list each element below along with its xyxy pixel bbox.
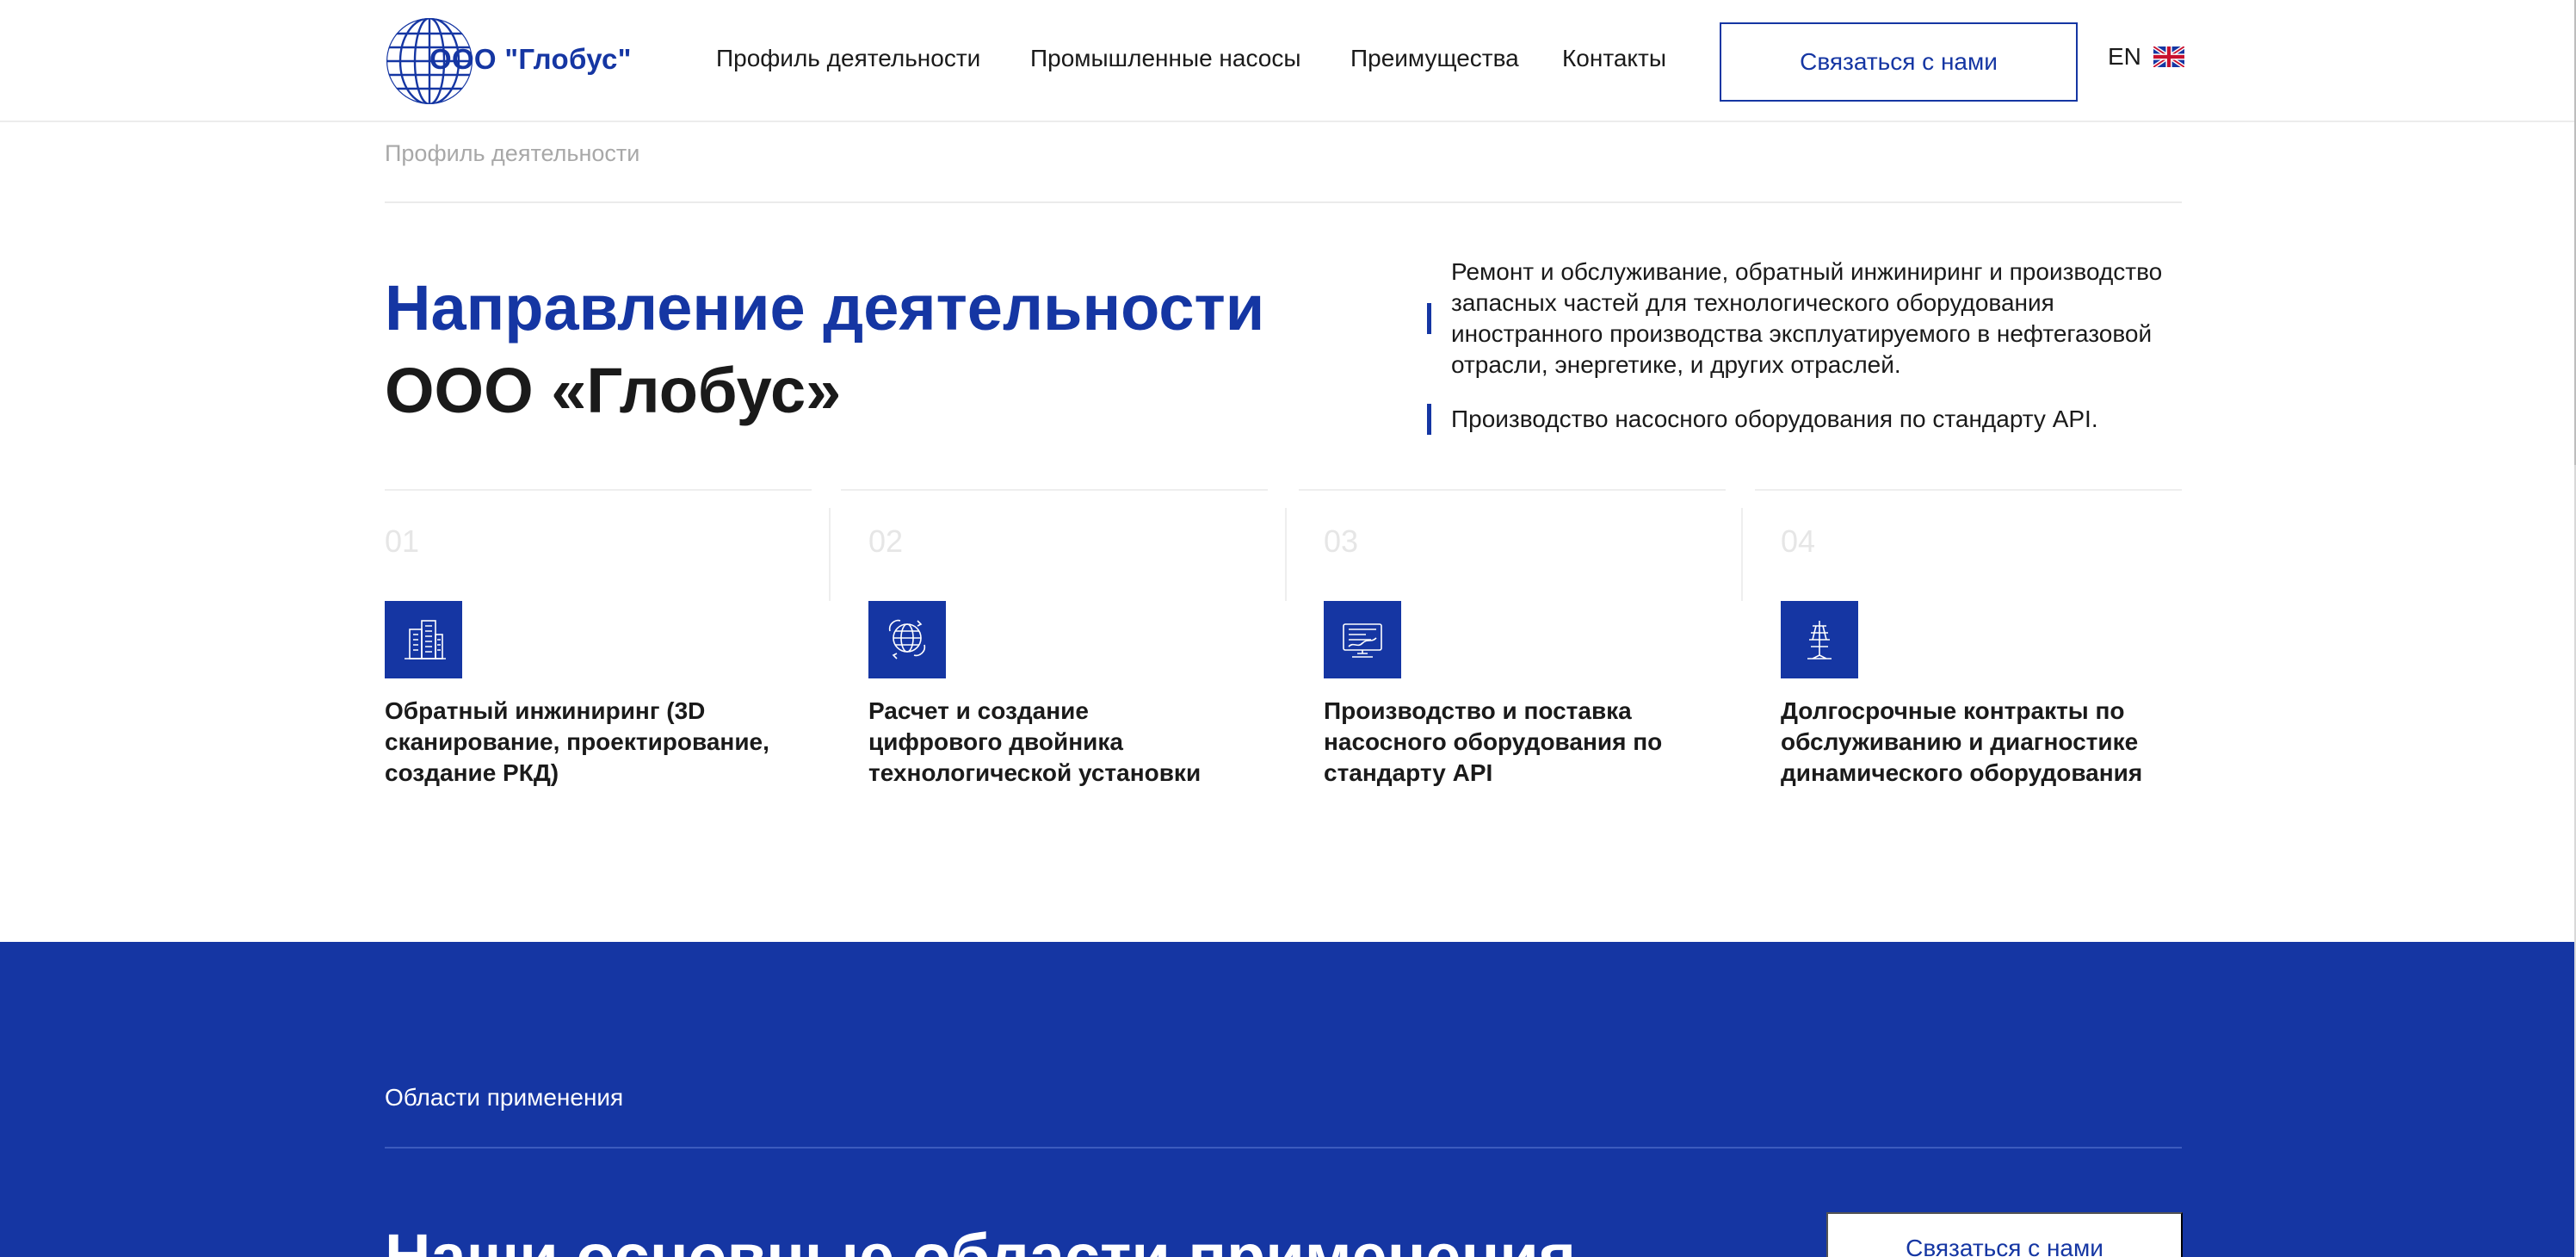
card-top-line xyxy=(1299,489,1726,491)
breadcrumb[interactable]: Профиль деятельности xyxy=(385,140,639,167)
bullet-text-line: отрасли, энергетике, и других отраслей. xyxy=(1451,351,1901,378)
card-title-line[interactable]: Долгосрочные контракты по xyxy=(1781,696,2125,727)
nav-contacts[interactable]: Контакты xyxy=(1562,45,1666,72)
page-subtitle: ООО «Глобус» xyxy=(385,355,842,426)
antenna-tower-icon[interactable] xyxy=(1781,601,1858,678)
bullet-text-line: запасных частей для технологического обо… xyxy=(1451,289,2054,316)
section-heading: Наши основные области применения xyxy=(385,1221,1576,1257)
nav-advantages[interactable]: Преимущества xyxy=(1350,45,1519,72)
contact-us-button[interactable]: Связаться с нами xyxy=(1720,22,2078,102)
card-title-line[interactable]: стандарту API xyxy=(1324,758,1492,789)
card-title-line[interactable]: создание РКД) xyxy=(385,758,559,789)
card-title-line[interactable]: цифрового двойника xyxy=(868,727,1123,758)
card-title-line[interactable]: обслуживанию и диагностике xyxy=(1781,727,2138,758)
site-header: ООО "Глобус" Профиль деятельности Промыш… xyxy=(0,0,2574,122)
contact-us-button-secondary[interactable]: Связаться с нами xyxy=(1826,1212,2183,1257)
card-number: 03 xyxy=(1324,523,1359,559)
card-top-line xyxy=(385,489,812,491)
card-title-line[interactable]: Производство и поставка xyxy=(1324,696,1632,727)
card-divider xyxy=(829,508,831,601)
section-divider xyxy=(385,1147,2182,1149)
nav-pumps[interactable]: Промышленные насосы xyxy=(1030,45,1300,72)
card-divider xyxy=(1285,508,1287,601)
card-title-line[interactable]: динамического оборудования xyxy=(1781,758,2142,789)
bullet-bar xyxy=(1427,303,1431,334)
card-divider xyxy=(1741,508,1743,601)
applications-section: Области применения Наши основные области… xyxy=(0,942,2574,1257)
language-switch[interactable]: EN xyxy=(2108,43,2184,71)
logo-text: ООО "Глобус" xyxy=(429,43,632,75)
bullet-text-line: Ремонт и обслуживание, обратный инжинири… xyxy=(1451,258,2163,285)
page-title: Направление деятельности xyxy=(385,272,1265,344)
breadcrumb-divider xyxy=(385,201,2182,203)
bullet-text-line: иностранного производства эксплуатируемо… xyxy=(1451,320,2153,347)
card-number: 01 xyxy=(385,523,420,559)
uk-flag-icon xyxy=(2153,46,2184,67)
card-title-line[interactable]: насосного оборудования по xyxy=(1324,727,1662,758)
nav-profile[interactable]: Профиль деятельности xyxy=(716,45,980,72)
language-label: EN xyxy=(2108,43,2141,70)
card-title-line[interactable]: технологической установки xyxy=(868,758,1201,789)
card-title-line[interactable]: Расчет и создание xyxy=(868,696,1089,727)
card-title-line[interactable]: сканирование, проектирование, xyxy=(385,727,769,758)
globe-network-icon[interactable] xyxy=(868,601,946,678)
card-number: 04 xyxy=(1781,523,1816,559)
monitor-chart-icon[interactable] xyxy=(1324,601,1401,678)
logo[interactable]: ООО "Глобус" xyxy=(385,17,631,105)
card-top-line xyxy=(1755,489,2182,491)
card-title-line[interactable]: Обратный инжиниринг (3D xyxy=(385,696,705,727)
buildings-icon[interactable] xyxy=(385,601,462,678)
card-top-line xyxy=(841,489,1268,491)
bullet-bar xyxy=(1427,404,1431,435)
card-number: 02 xyxy=(868,523,904,559)
bullet-text-line: Производство насосного оборудования по с… xyxy=(1451,406,2098,432)
section-label: Области применения xyxy=(385,1084,624,1111)
